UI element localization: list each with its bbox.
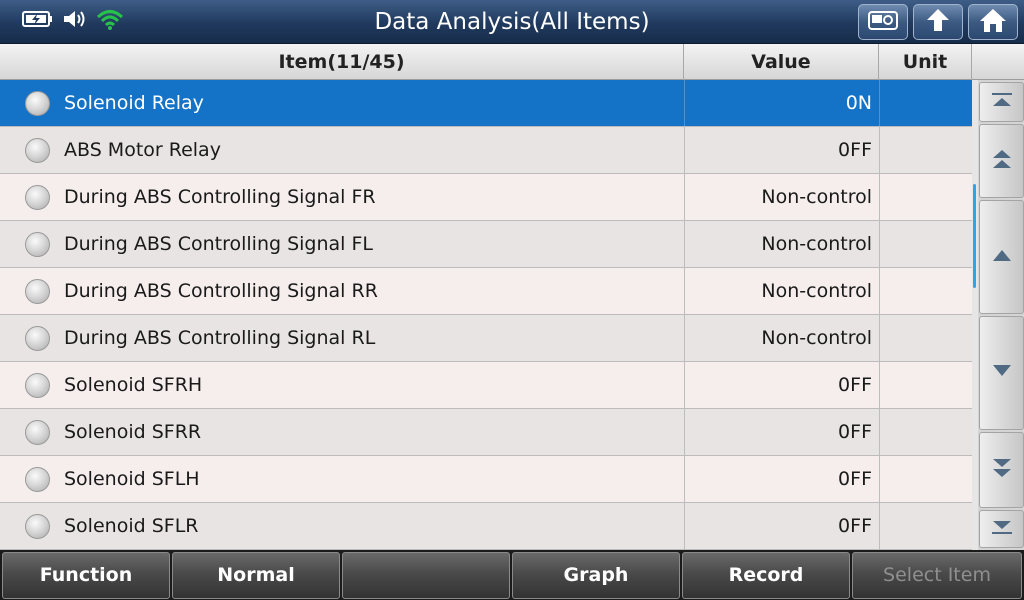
item-name: Solenoid SFRH [64, 374, 203, 396]
scroll-panel [972, 80, 1024, 550]
back-button[interactable] [913, 4, 963, 40]
item-unit [879, 456, 972, 502]
item-unit [879, 174, 972, 220]
column-header-value[interactable]: Value [684, 44, 879, 80]
item-name: During ABS Controlling Signal RL [64, 327, 376, 349]
item-value: 0FF [684, 362, 879, 408]
item-value: 0N [684, 80, 879, 126]
item-unit [879, 268, 972, 314]
column-header-unit[interactable]: Unit [879, 44, 972, 80]
item-value: Non-control [684, 174, 879, 220]
item-name: Solenoid SFRR [64, 421, 202, 443]
radio-button[interactable] [25, 138, 50, 163]
radio-button[interactable] [25, 91, 50, 116]
table-row[interactable]: Solenoid SFRH 0FF [0, 362, 972, 409]
home-button[interactable] [968, 4, 1018, 40]
scrollbar-thumb[interactable] [973, 184, 976, 288]
item-name: During ABS Controlling Signal FR [64, 186, 376, 208]
item-unit [879, 503, 972, 549]
item-unit [879, 362, 972, 408]
table-row[interactable]: During ABS Controlling Signal RL Non-con… [0, 315, 972, 362]
table-row[interactable]: Solenoid Relay 0N [0, 80, 972, 127]
screenshot-button[interactable] [858, 4, 908, 40]
page-down-icon [991, 456, 1013, 484]
blank-button[interactable] [342, 552, 510, 599]
table-row[interactable]: Solenoid SFLR 0FF [0, 503, 972, 550]
screenshot-icon [868, 9, 898, 35]
item-value: 0FF [684, 409, 879, 455]
graph-button[interactable]: Graph [512, 552, 680, 599]
item-unit [879, 127, 972, 173]
page-up-button[interactable] [979, 124, 1024, 198]
select-item-button[interactable]: Select Item [852, 552, 1022, 599]
line-up-button[interactable] [979, 200, 1024, 314]
scroll-bottom-button[interactable] [979, 510, 1024, 548]
radio-button[interactable] [25, 326, 50, 351]
radio-button[interactable] [25, 420, 50, 445]
table-row[interactable]: Solenoid SFRR 0FF [0, 409, 972, 456]
radio-button[interactable] [25, 279, 50, 304]
item-value: 0FF [684, 456, 879, 502]
radio-button[interactable] [25, 232, 50, 257]
line-up-icon [991, 247, 1013, 267]
item-value: 0FF [684, 127, 879, 173]
item-name: Solenoid SFLR [64, 515, 199, 537]
radio-button[interactable] [25, 467, 50, 492]
data-table: Solenoid Relay 0N ABS Motor Relay 0FF Du… [0, 80, 972, 550]
scrollbar-track[interactable] [972, 80, 978, 550]
item-value: 0FF [684, 503, 879, 549]
item-name: Solenoid SFLH [64, 468, 200, 490]
item-name: During ABS Controlling Signal FL [64, 233, 374, 255]
table-row[interactable]: During ABS Controlling Signal RR Non-con… [0, 268, 972, 315]
item-name: Solenoid Relay [64, 92, 204, 114]
radio-button[interactable] [25, 185, 50, 210]
line-down-button[interactable] [979, 316, 1024, 430]
scroll-top-button[interactable] [979, 82, 1024, 122]
column-header-spacer [972, 44, 1024, 80]
title-bar: Data Analysis(All Items) [0, 0, 1024, 44]
normal-button[interactable]: Normal [172, 552, 340, 599]
item-name: ABS Motor Relay [64, 139, 221, 161]
line-down-icon [991, 363, 1013, 383]
radio-button[interactable] [25, 514, 50, 539]
table-header: Item(11/45) Value Unit [0, 44, 1024, 80]
page-up-icon [991, 147, 1013, 175]
item-name: During ABS Controlling Signal RR [64, 280, 378, 302]
scroll-top-icon [990, 92, 1014, 112]
item-value: Non-control [684, 315, 879, 361]
item-unit [879, 80, 972, 126]
column-header-item[interactable]: Item(11/45) [0, 44, 684, 80]
item-value: Non-control [684, 268, 879, 314]
scroll-bottom-icon [990, 519, 1014, 539]
table-row[interactable]: Solenoid SFLH 0FF [0, 456, 972, 503]
item-value: Non-control [684, 221, 879, 267]
table-row[interactable]: During ABS Controlling Signal FR Non-con… [0, 174, 972, 221]
table-row[interactable]: During ABS Controlling Signal FL Non-con… [0, 221, 972, 268]
home-icon [979, 7, 1007, 37]
item-unit [879, 221, 972, 267]
back-arrow-icon [924, 7, 952, 37]
item-unit [879, 409, 972, 455]
radio-button[interactable] [25, 373, 50, 398]
table-row[interactable]: ABS Motor Relay 0FF [0, 127, 972, 174]
item-unit [879, 315, 972, 361]
page-down-button[interactable] [979, 432, 1024, 508]
function-button[interactable]: Function [2, 552, 170, 599]
bottom-toolbar: Function Normal Graph Record Select Item [0, 550, 1024, 600]
record-button[interactable]: Record [682, 552, 850, 599]
